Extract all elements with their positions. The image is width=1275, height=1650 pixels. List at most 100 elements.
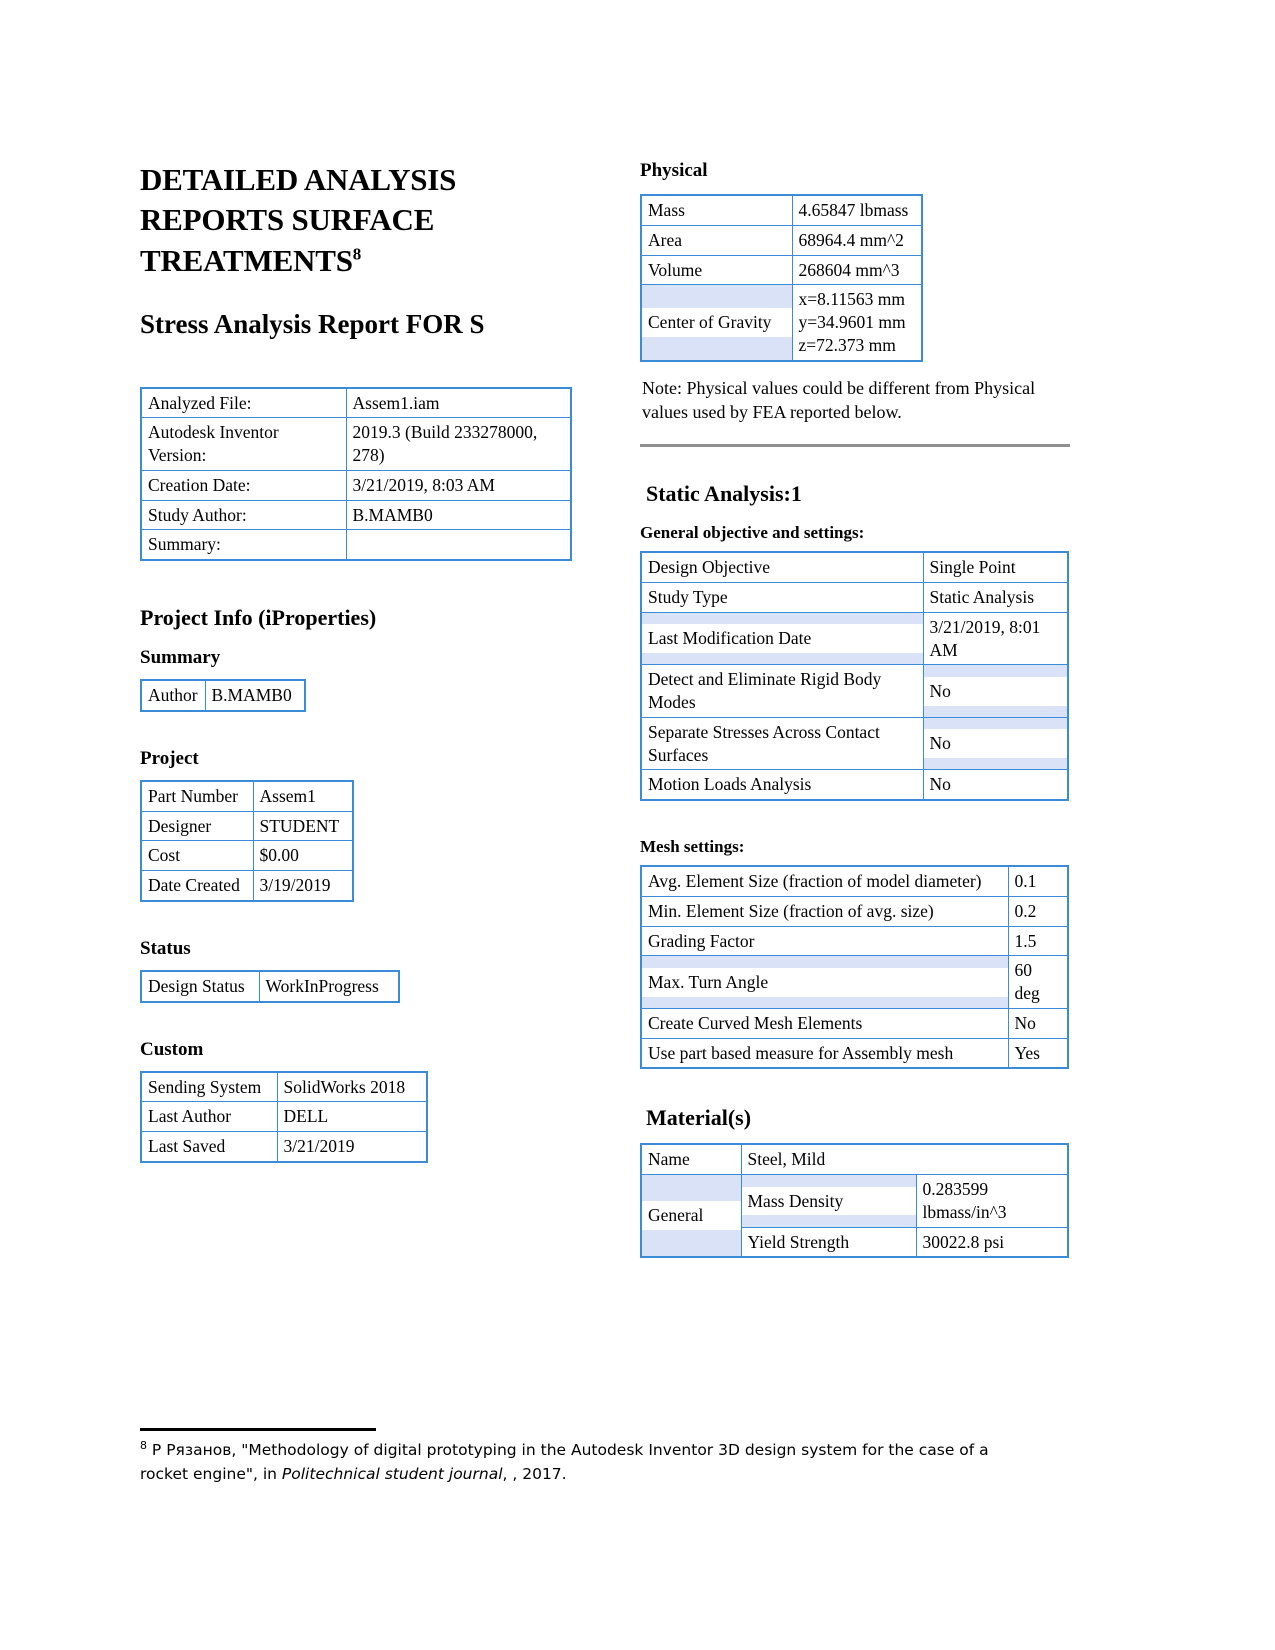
table-row: Avg. Element Size (fraction of model dia… [640,865,1069,897]
cell-value: 2019.3 (Build 233278000, 278) [345,417,572,471]
subsection-custom-heading: Custom [140,1038,204,1060]
cell-label: Cost [140,840,254,872]
cell-value: 1.5 [1007,925,1069,957]
table-row: Designer STUDENT [140,810,354,842]
cell-group-label: General [640,1174,742,1258]
cell-label: Yield Strength [740,1226,917,1258]
footnote-text: 8 Р Рязанов, "Methodology of digital pro… [140,1439,1030,1486]
cell-label: Design Objective [640,551,924,584]
footnote-marker: 8 [140,1438,147,1452]
analyzed-file-table: Analyzed File: Assem1.iam Autodesk Inven… [140,386,572,562]
general-settings-table: Design Objective Single Point Study Type… [640,551,1069,802]
cell-value: SolidWorks 2018 [276,1071,428,1103]
cell-label: Last Saved [140,1131,278,1163]
cell-label: Max. Turn Angle [640,955,1009,1009]
cell-label: Analyzed File: [140,387,347,419]
table-row: Name Steel, Mild [640,1143,1069,1176]
cell-value: 3/21/2019 [276,1131,428,1163]
left-column: DETAILED ANALYSIS REPORTS SURFACE TREATM… [140,160,585,1163]
cell-label: Date Created [140,870,254,902]
table-row: Sending System SolidWorks 2018 [140,1071,428,1103]
subsection-status-heading: Status [140,937,191,959]
mesh-settings-heading: Mesh settings: [640,837,745,857]
physical-table: Mass 4.65847 lbmass Area 68964.4 mm^2 Vo… [640,194,923,362]
cell-label: Design Status [140,970,260,1003]
section-divider [640,444,1070,448]
materials-table: Name Steel, Mild General Mass Density 0.… [640,1143,1069,1259]
table-row: Last Modification Date 3/21/2019, 8:01 A… [640,611,1069,666]
section-project-info-heading: Project Info (iProperties) [140,605,377,631]
table-row: Analyzed File: Assem1.iam [140,387,572,419]
report-subtitle: Stress Analysis Report FOR S [140,308,485,339]
cell-value [345,529,572,561]
cell-label: Study Author: [140,499,347,531]
cell-value: 0.283599 lbmass/in^3 [915,1174,1069,1228]
cell-value: Assem1 [252,780,354,812]
footnote-area: 8 Р Рязанов, "Methodology of digital pro… [140,1428,1030,1486]
cell-label: Motion Loads Analysis [640,769,924,801]
table-row: Grading Factor 1.5 [640,925,1069,957]
cell-value: Single Point [922,551,1069,584]
cell-label: Designer [140,810,254,842]
cell-value: 30022.8 psi [915,1226,1069,1258]
cell-label: Separate Stresses Across Contact Surface… [640,716,924,771]
table-row: Cost $0.00 [140,840,354,872]
table-row: Date Created 3/19/2019 [140,870,354,902]
footnote-journal-title: Politechnical student journal [281,1464,503,1483]
cell-value: 0.1 [1007,865,1069,897]
cell-value: No [922,716,1069,771]
cell-value: WorkInProgress [258,970,400,1003]
cell-label: Grading Factor [640,925,1009,957]
cell-value: 60 deg [1007,955,1069,1009]
cell-label: Study Type [640,582,924,613]
table-row: Area 68964.4 mm^2 [640,224,923,256]
table-row: Motion Loads Analysis No [640,769,1069,801]
cell-value: No [922,664,1069,718]
cell-label: Last Modification Date [640,611,924,666]
table-row: Separate Stresses Across Contact Surface… [640,716,1069,771]
custom-table: Sending System SolidWorks 2018 Last Auth… [140,1070,428,1163]
page-title-text: DETAILED ANALYSIS REPORTS SURFACE TREATM… [140,162,457,278]
cell-label: Name [640,1143,742,1176]
physical-note: Note: Physical values could be different… [642,377,1036,422]
cell-value: 3/21/2019, 8:01 AM [922,611,1069,666]
cell-value: DELL [276,1101,428,1133]
subsection-project-heading: Project [140,747,199,769]
cell-value: x=8.11563 mm y=34.9601 mm z=72.373 mm [791,284,923,361]
cell-label: Detect and Eliminate Rigid Body Modes [640,664,924,718]
cell-label: Avg. Element Size (fraction of model dia… [640,865,1009,897]
cell-value: No [922,769,1069,801]
subsection-summary-heading: Summary [140,647,221,669]
table-row: Design Objective Single Point [640,551,1069,584]
cell-label: Min. Element Size (fraction of avg. size… [640,895,1009,927]
footnote-separator [140,1428,376,1431]
table-row: Volume 268604 mm^3 [640,254,923,286]
cell-label: Author [140,679,206,712]
table-row: Part Number Assem1 [140,780,354,812]
section-physical-heading: Physical [640,160,708,181]
cell-value: 0.2 [1007,895,1069,927]
cell-value: Static Analysis [922,582,1069,613]
table-row: Last Saved 3/21/2019 [140,1131,428,1163]
table-row: Study Author: B.MAMB0 [140,499,572,531]
cell-label: Last Author [140,1101,278,1133]
table-row: Creation Date: 3/21/2019, 8:03 AM [140,469,572,501]
cell-value: 3/19/2019 [252,870,354,902]
status-table: Design Status WorkInProgress [140,969,400,1003]
document-page: DETAILED ANALYSIS REPORTS SURFACE TREATM… [0,0,1275,1650]
cell-value: 268604 mm^3 [791,254,923,286]
cell-label: Autodesk Inventor Version: [140,417,347,471]
table-row: Last Author DELL [140,1101,428,1133]
project-table: Part Number Assem1 Designer STUDENT Cost… [140,779,354,902]
cell-value: 68964.4 mm^2 [791,224,923,256]
table-row: Use part based measure for Assembly mesh… [640,1037,1069,1069]
cell-label: Volume [640,254,793,286]
cell-value: STUDENT [252,810,354,842]
table-row: Max. Turn Angle 60 deg [640,955,1069,1009]
summary-table: Author B.MAMB0 [140,679,306,712]
cell-label: Creation Date: [140,469,347,501]
general-settings-heading: General objective and settings: [640,523,865,543]
cell-label: Summary: [140,529,347,561]
cell-label: Center of Gravity [640,284,793,361]
table-row: Min. Element Size (fraction of avg. size… [640,895,1069,927]
